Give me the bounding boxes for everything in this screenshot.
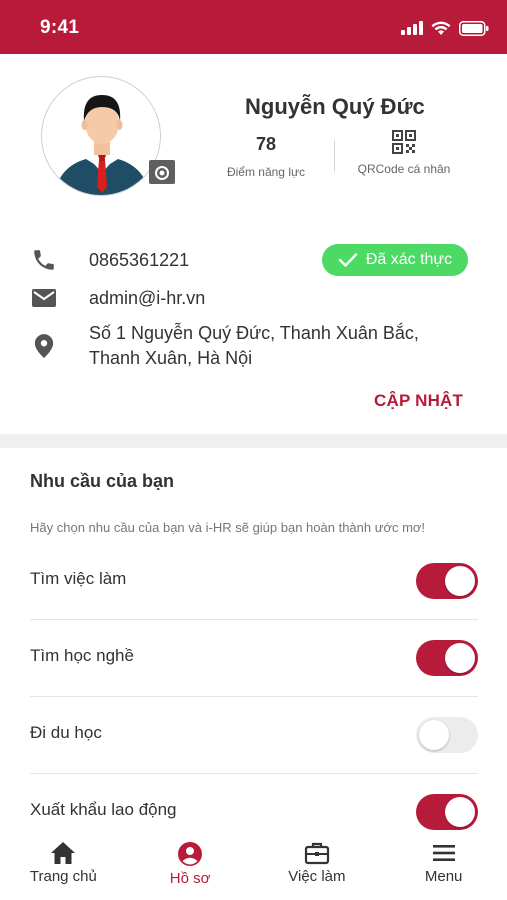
tab-label: Menu xyxy=(424,868,463,885)
need-label: Tìm học nghề xyxy=(30,646,134,665)
toggle-knob xyxy=(419,720,449,750)
need-label: Xuất khẩu lao động xyxy=(30,800,177,819)
need-label: Đi du học xyxy=(30,723,102,742)
tab-home[interactable]: Trang chủ xyxy=(0,830,127,900)
score-label: Điểm năng lực xyxy=(226,165,306,179)
camera-icon[interactable] xyxy=(149,160,175,184)
status-bar: 9:41 xyxy=(0,0,507,54)
avatar-container xyxy=(41,76,175,196)
wifi-icon xyxy=(431,21,451,35)
phone-icon xyxy=(34,250,54,270)
need-label: Tìm việc làm xyxy=(30,569,127,588)
status-icons xyxy=(401,18,489,38)
update-button[interactable]: CẬP NHẬT xyxy=(374,391,463,411)
tab-jobs[interactable]: Việc làm xyxy=(254,830,381,900)
email-address: admin@i-hr.vn xyxy=(89,288,206,308)
needs-subtitle: Hãy chọn nhu cầu của bạn và i-HR sẽ giúp… xyxy=(30,520,426,535)
menu-icon xyxy=(432,845,455,861)
briefcase-icon xyxy=(304,842,329,865)
check-icon xyxy=(338,253,358,267)
tab-label: Việc làm xyxy=(288,868,346,885)
location-pin-icon xyxy=(34,334,54,358)
avatar-illustration xyxy=(54,95,150,195)
profile-name: Nguyễn Quý Đức xyxy=(245,94,425,119)
address-line-2: Thanh Xuân, Hà Nội xyxy=(89,348,253,368)
user-icon xyxy=(178,842,203,866)
verified-badge: Đã xác thực xyxy=(322,244,468,276)
stat-divider xyxy=(334,140,335,172)
tab-menu[interactable]: Menu xyxy=(380,830,507,900)
email-row: admin@i-hr.vn xyxy=(0,286,507,312)
toggle-switch[interactable] xyxy=(416,794,478,830)
qr-code-label: QRCode cá nhân xyxy=(357,162,451,176)
section-separator xyxy=(0,434,507,448)
address-line-1: Số 1 Nguyễn Quý Đức, Thanh Xuân Bắc, xyxy=(89,323,419,343)
toggle-knob xyxy=(445,797,475,827)
qr-code-icon xyxy=(392,130,416,154)
toggle-knob xyxy=(445,643,475,673)
toggle-knob xyxy=(445,566,475,596)
status-time: 9:41 xyxy=(40,17,80,38)
score-value: 78 xyxy=(255,134,277,154)
bottom-tab-bar: Trang chủ Hồ sơ Việc làm Menu xyxy=(0,830,507,900)
need-item-tim-hoc-nghe: Tìm học nghề xyxy=(30,620,478,697)
tab-label: Trang chủ xyxy=(29,868,97,885)
need-item-di-du-hoc: Đi du học xyxy=(30,697,478,774)
qr-code-button[interactable]: QRCode cá nhân xyxy=(352,130,456,176)
needs-title: Nhu cầu của bạn xyxy=(30,471,175,491)
home-icon xyxy=(51,842,76,864)
email-icon xyxy=(32,289,56,307)
verified-label: Đã xác thực xyxy=(365,251,453,268)
signal-icon xyxy=(401,21,423,35)
toggle-switch[interactable] xyxy=(416,563,478,599)
score-stat: 78 Điểm năng lực xyxy=(224,134,308,179)
battery-icon xyxy=(459,20,489,36)
phone-number: 0865361221 xyxy=(89,250,190,270)
avatar[interactable] xyxy=(41,76,161,196)
toggle-switch[interactable] xyxy=(416,640,478,676)
toggle-switch[interactable] xyxy=(416,717,478,753)
address-row: Số 1 Nguyễn Quý Đức, Thanh Xuân Bắc, Tha… xyxy=(0,320,507,372)
tab-label: Hồ sơ xyxy=(169,870,211,887)
tab-profile[interactable]: Hồ sơ xyxy=(127,830,254,900)
need-item-tim-viec-lam: Tìm việc làm xyxy=(30,543,478,620)
